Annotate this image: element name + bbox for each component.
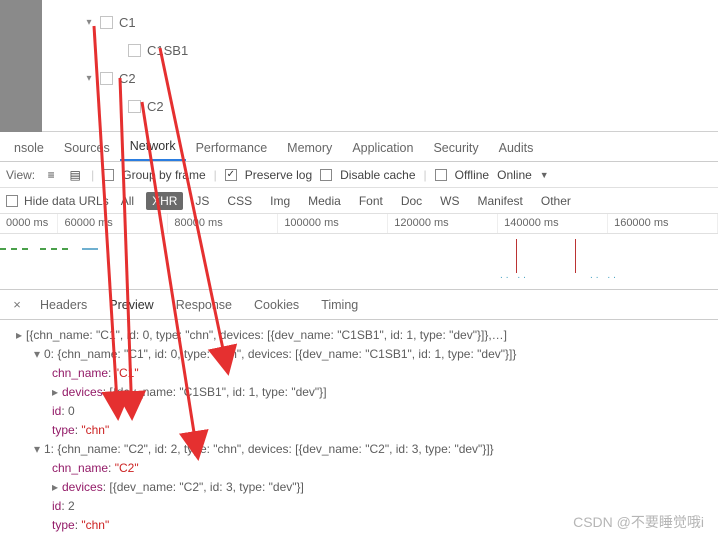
timeline-dots: .. .. [590, 270, 619, 281]
json-val: [{dev_name: "C2", id: 3, type: "dev"}] [109, 480, 303, 494]
tab-headers[interactable]: Headers [30, 292, 97, 318]
json-val: "chn" [81, 423, 109, 437]
tree-label: C1SB1 [147, 43, 188, 58]
tab-cookies[interactable]: Cookies [244, 292, 309, 318]
tab-preview[interactable]: Preview [99, 292, 163, 318]
timeline-tick: 140000 ms [498, 214, 608, 233]
chevron-down-icon[interactable]: ▾ [82, 17, 96, 28]
response-tabs: × Headers Preview Response Cookies Timin… [0, 290, 718, 320]
hide-data-urls-checkbox[interactable] [6, 195, 18, 207]
checkbox-c2[interactable] [100, 72, 113, 85]
filter-all[interactable]: All [115, 192, 140, 210]
throttling-select[interactable]: Online [497, 168, 532, 182]
disable-cache-label: Disable cache [340, 168, 415, 182]
timeline-tick: 120000 ms [388, 214, 498, 233]
filter-js[interactable]: JS [189, 192, 215, 210]
tab-security[interactable]: Security [423, 135, 488, 161]
timeline-bar [82, 248, 98, 250]
tree-label: C2 [147, 99, 164, 114]
tree-label: C2 [119, 71, 136, 86]
tree-item-c1sb1[interactable]: C1SB1 [42, 36, 718, 64]
offline-checkbox[interactable] [435, 169, 447, 181]
json-val: "C2" [115, 461, 139, 475]
chevron-down-icon[interactable]: ▾ [82, 73, 96, 84]
filter-font[interactable]: Font [353, 192, 389, 210]
json-val: [{dev_name: "C1SB1", id: 1, type: "dev"}… [109, 385, 326, 399]
tree-panel: ▾ C1 C1SB1 ▾ C2 C2 [0, 0, 718, 132]
timeline-header: 0000 ms 60000 ms 80000 ms 100000 ms 1200… [0, 214, 718, 234]
tree-sidebar [0, 0, 42, 132]
hide-data-urls-label: Hide data URLs [24, 194, 109, 208]
checkbox-c1[interactable] [100, 16, 113, 29]
tab-application[interactable]: Application [342, 135, 423, 161]
tab-network[interactable]: Network [120, 133, 186, 161]
tab-memory[interactable]: Memory [277, 135, 342, 161]
tree-content: ▾ C1 C1SB1 ▾ C2 C2 [42, 0, 718, 120]
view-label: View: [6, 168, 35, 182]
json-item-1: 1: {chn_name: "C2", id: 2, type: "chn", … [44, 442, 494, 456]
checkbox-c1sb1[interactable] [128, 44, 141, 57]
watermark: CSDN @不要睡觉哦i [573, 512, 704, 532]
offline-label: Offline [455, 168, 489, 182]
timeline-tick: 160000 ms [608, 214, 718, 233]
filter-manifest[interactable]: Manifest [472, 192, 529, 210]
waterfall-icon[interactable]: ▤ [67, 168, 83, 182]
timeline-dots: .. .. [500, 270, 529, 281]
json-val: 0 [68, 404, 75, 418]
devtools-tabs: nsole Sources Network Performance Memory… [0, 132, 718, 162]
timeline-request-bar [516, 239, 517, 273]
filter-css[interactable]: CSS [221, 192, 258, 210]
response-panel: × Headers Preview Response Cookies Timin… [0, 290, 718, 535]
group-by-frame-checkbox[interactable] [102, 169, 114, 181]
tree-label: C1 [119, 15, 136, 30]
timeline[interactable]: 0000 ms 60000 ms 80000 ms 100000 ms 1200… [0, 214, 718, 290]
json-val: 2 [68, 499, 75, 513]
filter-doc[interactable]: Doc [395, 192, 428, 210]
close-icon[interactable]: × [6, 297, 28, 312]
filter-ws[interactable]: WS [434, 192, 465, 210]
tree-item-c1[interactable]: ▾ C1 [42, 8, 718, 36]
json-root: [{chn_name: "C1", id: 0, type: "chn", de… [26, 328, 507, 342]
json-val: "C1" [115, 366, 139, 380]
tab-response[interactable]: Response [166, 292, 242, 318]
timeline-tick: 80000 ms [168, 214, 278, 233]
tab-audits[interactable]: Audits [489, 135, 544, 161]
large-rows-icon[interactable]: ≡ [43, 168, 59, 182]
group-by-frame-label: Group by frame [122, 168, 205, 182]
timeline-tick: 60000 ms [58, 214, 168, 233]
disable-cache-checkbox[interactable] [320, 169, 332, 181]
filter-media[interactable]: Media [302, 192, 347, 210]
tab-sources[interactable]: Sources [54, 135, 120, 161]
preserve-log-label: Preserve log [245, 168, 312, 182]
dropdown-icon[interactable]: ▼ [540, 170, 549, 180]
tab-console[interactable]: nsole [4, 135, 54, 161]
tree-item-c2[interactable]: ▾ C2 [42, 64, 718, 92]
json-preview[interactable]: ▸[{chn_name: "C1", id: 0, type: "chn", d… [0, 320, 718, 535]
timeline-body: .. .. .. .. [0, 234, 718, 289]
tab-timing[interactable]: Timing [311, 292, 368, 318]
timeline-bar [40, 248, 68, 250]
filter-img[interactable]: Img [264, 192, 296, 210]
timeline-tick: 0000 ms [0, 214, 58, 233]
network-toolbar: View: ≡ ▤ | Group by frame | Preserve lo… [0, 162, 718, 188]
json-val: "chn" [81, 518, 109, 532]
filter-xhr[interactable]: XHR [146, 192, 183, 210]
filter-other[interactable]: Other [535, 192, 577, 210]
tree-item-c2-child[interactable]: C2 [42, 92, 718, 120]
tab-performance[interactable]: Performance [186, 135, 278, 161]
checkbox-c2-child[interactable] [128, 100, 141, 113]
timeline-tick: 100000 ms [278, 214, 388, 233]
preserve-log-checkbox[interactable] [225, 169, 237, 181]
timeline-request-bar [575, 239, 576, 273]
timeline-bar [0, 248, 28, 250]
json-item-0: 0: {chn_name: "C1", id: 0, type: "chn", … [44, 347, 516, 361]
filter-row: Hide data URLs All XHR JS CSS Img Media … [0, 188, 718, 214]
